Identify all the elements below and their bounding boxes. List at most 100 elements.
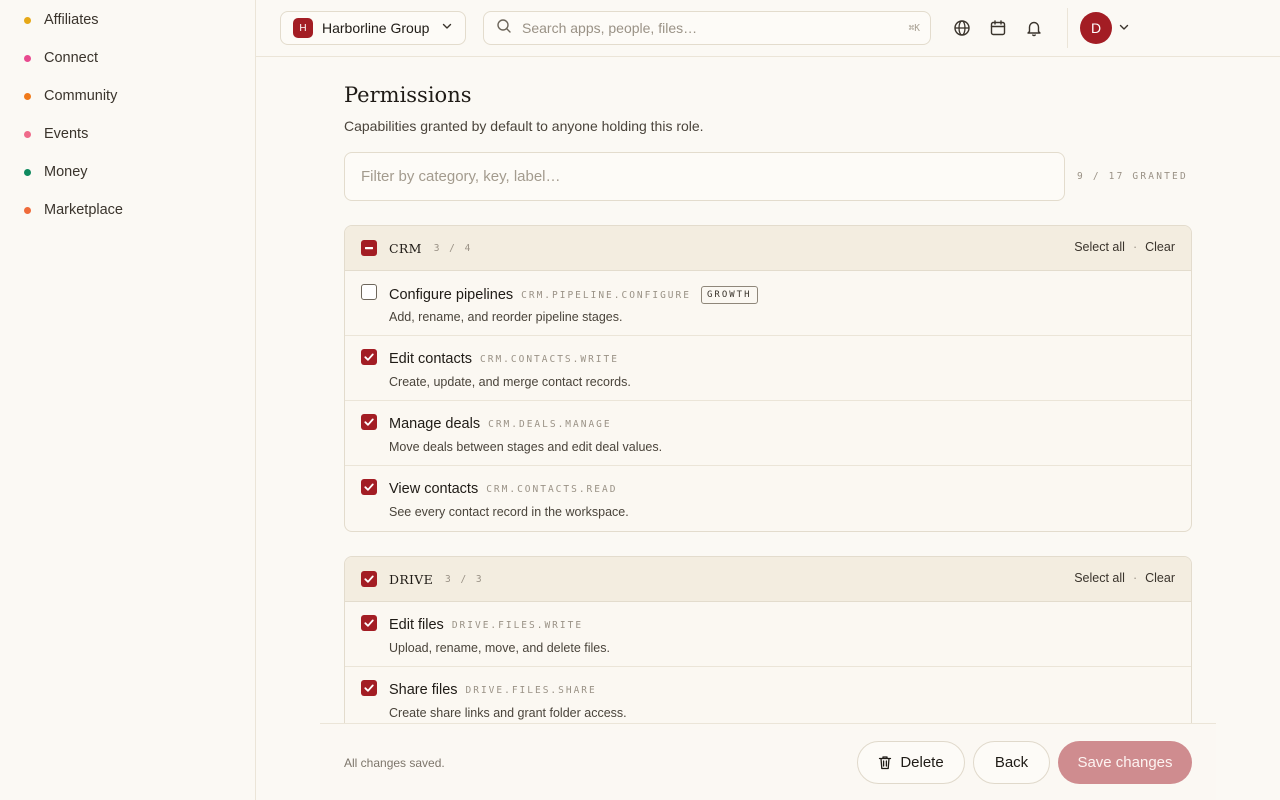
group-header: CRM 3 / 4 Select all · Clear (345, 226, 1191, 271)
save-changes-button[interactable]: Save changes (1058, 741, 1192, 784)
sidebar-item-community[interactable]: Community (0, 77, 255, 115)
sidebar-item-connect[interactable]: Connect (0, 39, 255, 77)
group-actions: Select all · Clear (1074, 240, 1175, 254)
permission-checkbox[interactable] (361, 680, 377, 696)
sidebar-item-label: Community (44, 88, 118, 104)
org-name: Harborline Group (322, 20, 430, 36)
permission-checkbox[interactable] (361, 284, 377, 300)
delete-label: Delete (900, 754, 944, 771)
sidebar: Affiliates Connect Community Events Mone… (0, 0, 256, 800)
main-content: Permissions Capabilities granted by defa… (256, 57, 1280, 800)
check-icon (364, 418, 374, 426)
select-all-button[interactable]: Select all (1074, 571, 1125, 585)
permission-description: Upload, rename, move, and delete files. (389, 641, 610, 655)
check-icon (364, 575, 374, 583)
sidebar-item-money[interactable]: Money (0, 153, 255, 191)
permission-title: Edit files DRIVE.FILES.WRITE (389, 617, 583, 633)
group-actions: Select all · Clear (1074, 571, 1175, 585)
permission-checkbox[interactable] (361, 615, 377, 631)
permission-label: Edit contacts (389, 351, 473, 367)
permission-row[interactable]: Configure pipelines CRM.PIPELINE.CONFIGU… (345, 271, 1191, 336)
permission-checkbox[interactable] (361, 414, 377, 430)
permission-description: Create, update, and merge contact record… (389, 375, 631, 389)
sidebar-item-affiliates[interactable]: Affiliates (0, 1, 255, 39)
search-input[interactable] (522, 20, 909, 36)
page-subtitle: Capabilities granted by default to anyon… (344, 118, 704, 134)
global-search[interactable]: ⌘K (483, 11, 931, 45)
save-status: All changes saved. (344, 756, 445, 770)
divider (1067, 8, 1068, 48)
permission-title: Share files DRIVE.FILES.SHARE (389, 682, 597, 698)
group-checkbox-partial[interactable] (361, 240, 377, 256)
permission-title: Configure pipelines CRM.PIPELINE.CONFIGU… (389, 286, 758, 304)
permission-key: CRM.PIPELINE.CONFIGURE (521, 289, 691, 301)
permission-filter-input[interactable] (344, 152, 1065, 201)
permission-row[interactable]: View contacts CRM.CONTACTS.READ See ever… (345, 466, 1191, 531)
org-badge: H (293, 18, 313, 38)
clear-button[interactable]: Clear (1145, 240, 1175, 254)
select-all-button[interactable]: Select all (1074, 240, 1125, 254)
permission-key: CRM.DEALS.MANAGE (488, 418, 612, 430)
group-name: CRM (389, 240, 422, 256)
permission-description: Create share links and grant folder acce… (389, 706, 627, 720)
check-icon (364, 619, 374, 627)
globe-icon[interactable] (951, 17, 973, 39)
permission-checkbox[interactable] (361, 349, 377, 365)
group-header: DRIVE 3 / 3 Select all · Clear (345, 557, 1191, 602)
permission-row[interactable]: Edit contacts CRM.CONTACTS.WRITE Create,… (345, 336, 1191, 401)
permission-key: DRIVE.FILES.SHARE (465, 684, 597, 696)
permission-title: Edit contacts CRM.CONTACTS.WRITE (389, 351, 619, 367)
avatar[interactable]: D (1080, 12, 1112, 44)
top-bar: H Harborline Group ⌘K D (256, 0, 1280, 57)
search-icon (496, 18, 512, 39)
sidebar-item-label: Affiliates (44, 12, 99, 28)
group-checkbox-full[interactable] (361, 571, 377, 587)
permission-title: Manage deals CRM.DEALS.MANAGE (389, 416, 612, 432)
permission-label: Share files (389, 682, 458, 698)
permission-group-crm: CRM 3 / 4 Select all · Clear Configure p… (344, 225, 1192, 532)
sidebar-item-events[interactable]: Events (0, 115, 255, 153)
trash-icon (879, 756, 892, 770)
search-shortcut: ⌘K (908, 22, 920, 34)
status-dot (24, 92, 31, 100)
status-dot (24, 206, 31, 214)
group-count: 3 / 3 (445, 573, 484, 585)
sticky-footer: All changes saved. Delete Back Save chan… (320, 723, 1216, 800)
group-count: 3 / 4 (433, 242, 473, 254)
granted-count: 9 / 17 GRANTED (1077, 171, 1188, 182)
sidebar-item-label: Events (44, 126, 89, 142)
sidebar-item-label: Money (44, 164, 88, 180)
permission-key: DRIVE.FILES.WRITE (451, 619, 584, 631)
status-dot (24, 54, 31, 62)
chevron-down-icon[interactable] (1118, 20, 1130, 38)
back-button[interactable]: Back (973, 741, 1050, 784)
permission-label: Manage deals (389, 416, 481, 432)
permission-key: CRM.CONTACTS.WRITE (480, 353, 619, 365)
permission-description: Move deals between stages and edit deal … (389, 440, 663, 454)
check-icon (364, 483, 374, 491)
permission-label: Edit files (389, 617, 444, 633)
status-dot (24, 168, 31, 176)
sidebar-item-label: Connect (44, 50, 99, 66)
delete-button[interactable]: Delete (857, 741, 965, 784)
group-name: DRIVE (389, 571, 434, 587)
bell-icon[interactable] (1023, 17, 1045, 39)
plan-tag: GROWTH (700, 286, 758, 304)
check-icon (364, 684, 374, 692)
permission-label: View contacts (389, 481, 479, 497)
separator: · (1132, 240, 1138, 254)
clear-button[interactable]: Clear (1145, 571, 1175, 585)
permission-title: View contacts CRM.CONTACTS.READ (389, 481, 617, 497)
permission-row[interactable]: Manage deals CRM.DEALS.MANAGE Move deals… (345, 401, 1191, 466)
org-switcher[interactable]: H Harborline Group (280, 11, 466, 45)
separator: · (1132, 571, 1138, 585)
calendar-icon[interactable] (987, 17, 1009, 39)
chevron-down-icon (441, 19, 453, 37)
permission-row[interactable]: Edit files DRIVE.FILES.WRITE Upload, ren… (345, 602, 1191, 667)
sidebar-item-marketplace[interactable]: Marketplace (0, 191, 255, 229)
check-icon (364, 353, 374, 361)
permission-checkbox[interactable] (361, 479, 377, 495)
status-dot (24, 130, 31, 138)
sidebar-item-label: Marketplace (44, 202, 123, 218)
permission-key: CRM.CONTACTS.READ (486, 483, 618, 495)
